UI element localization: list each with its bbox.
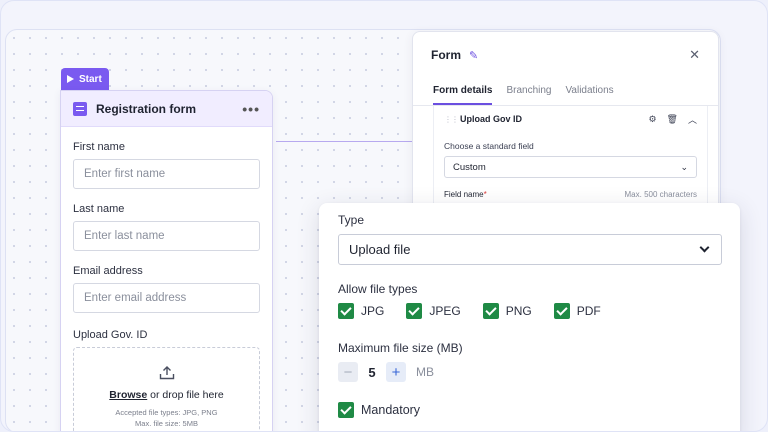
panel-header: Form ✎ ✕ <box>413 32 718 78</box>
registration-form-header: Registration form ••• <box>61 91 272 127</box>
pdf-checkbox[interactable] <box>553 303 570 319</box>
field-name-max-hint: Max. 500 characters <box>624 190 697 199</box>
email-input[interactable]: Enter email address <box>73 283 260 313</box>
section-title: Upload Gov ID <box>460 114 523 124</box>
start-label: Start <box>79 73 102 85</box>
decrement-button[interactable]: − <box>338 362 358 382</box>
upload-hint-size: Max. file size: 5MB <box>135 419 198 428</box>
jpeg-label: JPEG <box>429 304 461 318</box>
close-icon[interactable]: ✕ <box>689 47 700 63</box>
tab-validations[interactable]: Validations <box>566 78 614 105</box>
gear-icon[interactable]: ⚙ <box>648 114 656 125</box>
browse-link[interactable]: Browse <box>109 389 147 401</box>
upload-field: Upload Gov. ID Browse or drop file here … <box>61 329 272 431</box>
file-type-jpeg[interactable]: JPEG <box>406 303 461 319</box>
more-options-icon[interactable]: ••• <box>242 101 260 117</box>
first-name-label: First name <box>73 141 125 153</box>
chevron-down-icon: ⌄ <box>680 161 688 172</box>
file-types-label: Allow file types <box>338 282 418 296</box>
trash-icon[interactable]: 🗑 <box>667 114 678 125</box>
registration-form-card[interactable]: Registration form ••• First name Enter f… <box>60 90 273 431</box>
file-type-png[interactable]: PNG <box>482 303 532 319</box>
chevron-up-icon[interactable]: ︿ <box>688 113 697 126</box>
jpg-checkbox[interactable] <box>338 303 354 319</box>
section-header[interactable]: ⋮⋮ Upload Gov ID ⚙ 🗑 ︿ <box>444 106 697 132</box>
standard-field-label: Choose a standard field <box>444 141 534 151</box>
max-size-label: Maximum file size (MB) <box>338 341 463 355</box>
chevron-down-icon <box>699 242 710 253</box>
tab-form-details[interactable]: Form details <box>433 78 493 105</box>
last-name-field: Last name Enter last name <box>61 203 272 251</box>
drop-text: or drop file here <box>147 389 224 401</box>
start-tag: Start <box>61 68 109 90</box>
max-size-stepper: − 5 + MB <box>338 362 722 382</box>
tab-branching[interactable]: Branching <box>506 78 551 105</box>
field-name-label: Field name <box>444 190 484 199</box>
panel-title: Form <box>431 48 461 62</box>
app-frame: Start Registration form ••• First name E… <box>0 0 768 432</box>
standard-field-value: Custom <box>453 161 486 173</box>
jpg-label: JPG <box>361 304 385 318</box>
max-size-unit: MB <box>416 365 434 379</box>
first-name-field: First name Enter first name <box>61 141 272 189</box>
form-settings-panel: Form ✎ ✕ Form details Branching Validati… <box>412 31 719 222</box>
field-name-row: Field name* Max. 500 characters <box>444 190 697 199</box>
last-name-input[interactable]: Enter last name <box>73 221 260 251</box>
jpeg-checkbox[interactable] <box>406 303 423 319</box>
mandatory-label: Mandatory <box>361 403 421 417</box>
first-name-input[interactable]: Enter first name <box>73 159 260 189</box>
play-icon <box>67 75 74 83</box>
upload-text: Browse or drop file here <box>109 389 223 401</box>
upload-dropzone[interactable]: Browse or drop file here Accepted file t… <box>73 347 260 431</box>
file-type-jpg[interactable]: JPG <box>338 303 384 319</box>
upload-icon <box>159 366 174 380</box>
max-size-value[interactable]: 5 <box>358 365 386 380</box>
file-types-row: JPG JPEG PNG PDF <box>338 303 722 319</box>
email-field: Email address Enter email address <box>61 265 272 313</box>
required-asterisk: * <box>483 190 487 199</box>
email-label: Email address <box>73 265 143 277</box>
file-type-pdf[interactable]: PDF <box>553 303 601 319</box>
registration-form-title: Registration form <box>96 101 197 116</box>
png-checkbox[interactable] <box>482 303 499 319</box>
pdf-label: PDF <box>576 304 601 318</box>
upload-hint-types: Accepted file types: JPG, PNG <box>115 408 218 417</box>
drag-handle-icon[interactable]: ⋮⋮ <box>444 115 459 124</box>
edit-pencil-icon[interactable]: ✎ <box>469 49 478 62</box>
form-icon <box>73 101 87 116</box>
increment-button[interactable]: + <box>386 362 406 382</box>
png-label: PNG <box>505 304 532 318</box>
type-select[interactable]: Upload file <box>338 234 722 265</box>
type-label: Type <box>338 213 365 227</box>
panel-tabs: Form details Branching Validations <box>413 78 718 106</box>
upload-settings-card: Type Upload file Allow file types JPG JP… <box>319 203 740 431</box>
upload-label: Upload Gov. ID <box>73 329 148 341</box>
last-name-label: Last name <box>73 203 125 215</box>
mandatory-checkbox[interactable] <box>338 402 354 418</box>
mandatory-toggle[interactable]: Mandatory <box>338 402 722 418</box>
standard-field-select[interactable]: Custom ⌄ <box>444 156 697 178</box>
flow-connector <box>276 141 426 142</box>
type-value: Upload file <box>349 242 411 257</box>
